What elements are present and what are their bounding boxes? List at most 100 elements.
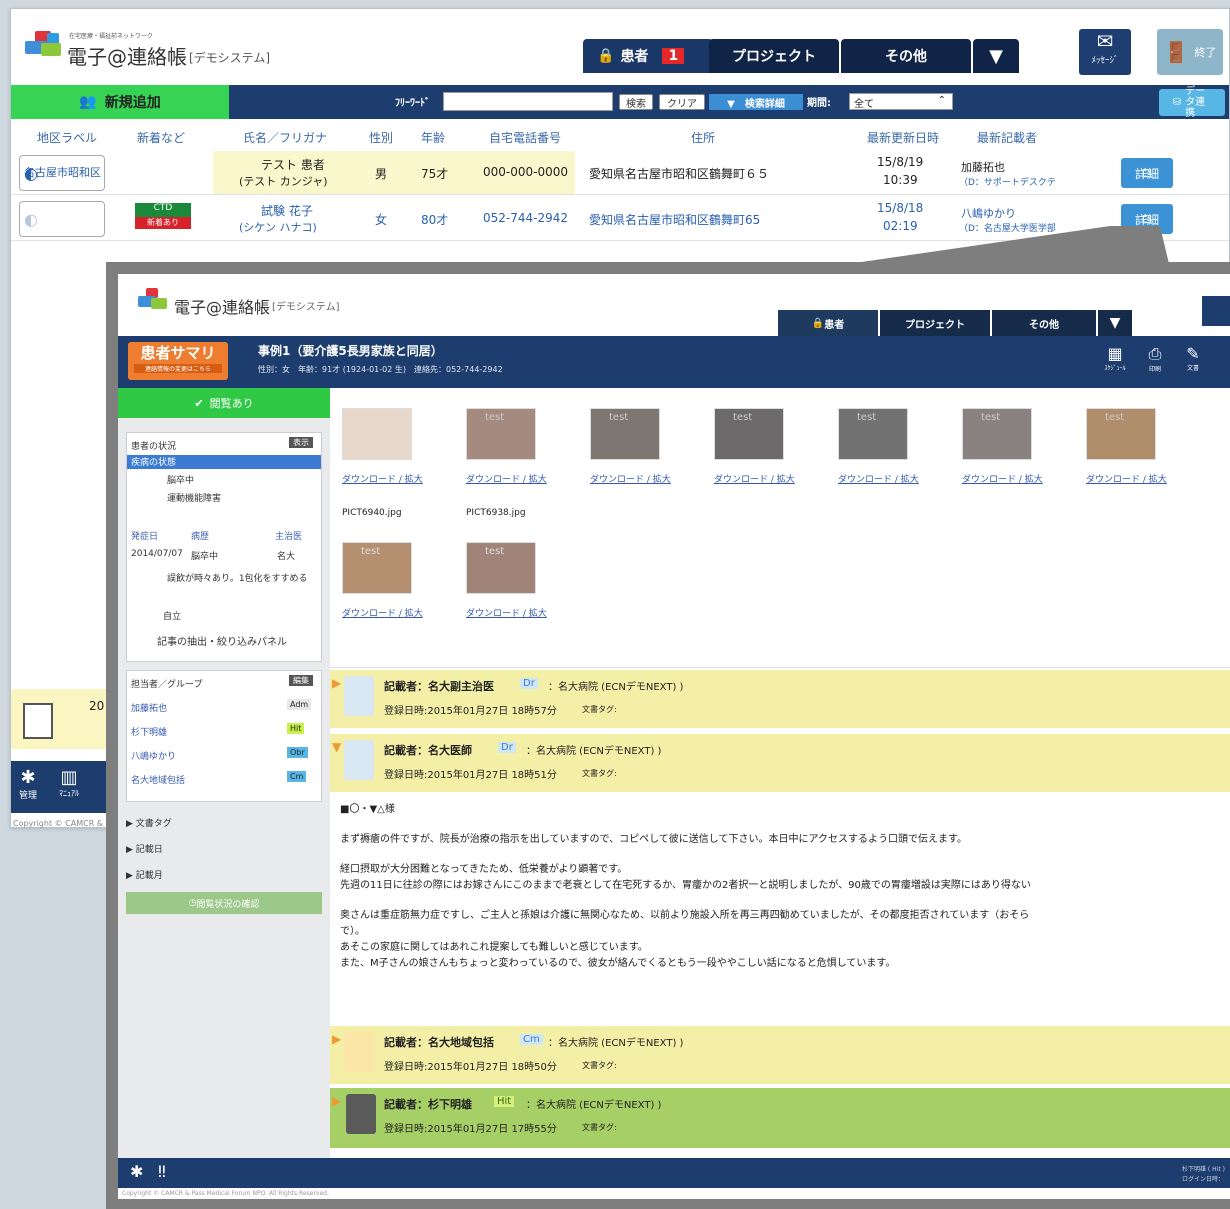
- patient-name[interactable]: 試験 花子: [261, 202, 313, 219]
- message-button[interactable]: [1202, 296, 1230, 326]
- photo-thumb[interactable]: test: [342, 542, 412, 594]
- detail-search-button[interactable]: ▼ 検索詳細: [709, 94, 803, 110]
- admin-button[interactable]: ✱ 管理: [19, 767, 37, 801]
- download-link[interactable]: ダウンロード / 拡大: [342, 472, 423, 485]
- search-button[interactable]: 検索: [619, 94, 653, 110]
- collapse-arrow-icon: ▶: [332, 1032, 342, 1046]
- printer-icon: ⎙: [1148, 344, 1162, 363]
- patient-summary-button[interactable]: 患者サマリ 連絡情報の変更はこちら: [128, 342, 228, 380]
- col-name: 氏名／フリガナ: [243, 131, 328, 145]
- download-link[interactable]: ダウンロード / 拡大: [466, 472, 547, 485]
- log-entry[interactable]: ▼ 記載者：名大医師 Dr ：名大病院 (ECNデモNEXT) ) 登録日時:2…: [330, 734, 1230, 792]
- message-button[interactable]: ✉ ﾒｯｾｰｼﾞ: [1079, 29, 1131, 75]
- freeword-input[interactable]: [443, 92, 613, 111]
- patient-age: 80才: [421, 213, 449, 227]
- gear-icon[interactable]: ✱: [130, 1162, 143, 1181]
- app-logo-icon: [138, 288, 168, 310]
- schedule-button[interactable]: ▦ ｽｹｼﾞｭｰﾙ: [1100, 344, 1130, 380]
- update-date: 15/8/18: [877, 201, 924, 215]
- download-link[interactable]: ダウンロード / 拡大: [962, 472, 1043, 485]
- log-entry[interactable]: ▶ 記載者：名大副主治医 Dr ：名大病院 (ECNデモNEXT) ) 登録日時…: [330, 670, 1230, 728]
- photo-thumb[interactable]: [342, 408, 412, 460]
- period-select[interactable]: 全て ⌃: [849, 93, 953, 110]
- table-header: 地区ラベル 新着など 氏名／フリガナ 性別 年齢 自宅電話番号 住所 最新更新日…: [11, 129, 1229, 149]
- edit-button[interactable]: 編集: [289, 675, 313, 686]
- col-age: 年齢: [421, 131, 446, 145]
- area-label: ◐: [19, 201, 105, 237]
- exit-button[interactable]: 🚪 終了: [1157, 29, 1223, 75]
- download-link[interactable]: ダウンロード / 拡大: [838, 472, 919, 485]
- patient-phone: 052-744-2942: [483, 211, 569, 225]
- download-link[interactable]: ダウンロード / 拡大: [714, 472, 795, 485]
- file-name: PICT6938.jpg: [466, 508, 526, 518]
- entry-body: ■〇・▼△様 まず褥瘡の件ですが、院長が治療の指示を出していますので、コピペして…: [340, 804, 1031, 969]
- download-link[interactable]: ダウンロード / 拡大: [466, 606, 547, 619]
- col-address: 住所: [691, 131, 716, 145]
- clear-button[interactable]: クリア: [659, 94, 705, 110]
- more-tabs-icon[interactable]: ▼: [973, 39, 1019, 73]
- photo-thumb[interactable]: test: [1086, 408, 1156, 460]
- link-tag[interactable]: ▶ 文書タグ: [126, 816, 172, 829]
- log-entry[interactable]: ▶ 記載者：杉下明雄 Hit ：名大病院 (ECNデモNEXT) ) 登録日時:…: [330, 1088, 1230, 1148]
- tab-patients[interactable]: 🔒 患者: [778, 310, 878, 336]
- case-info: 性別：女 年齢：91才 (1924-01-02 生) 連絡先：052-744-2…: [258, 365, 503, 374]
- new-patient-button[interactable]: 👥 新規追加: [11, 85, 229, 119]
- case-title: 事例1（要介護5長男家族と同居）: [258, 344, 443, 358]
- manual-button[interactable]: ▥ ﾏﾆｭｱﾙ: [59, 767, 79, 799]
- people-icon: 👥: [79, 94, 97, 110]
- download-link[interactable]: ダウンロード / 拡大: [590, 472, 671, 485]
- patient-detail-window: 電子@連絡帳 [デモシステム] 🔒 患者 プロジェクト その他 ▼ 患者サマリ …: [106, 262, 1230, 1209]
- clipboard-icon[interactable]: [23, 703, 53, 739]
- document-button[interactable]: ✎ 文書: [1178, 344, 1208, 380]
- link-month[interactable]: ▶ 記載月: [126, 868, 163, 881]
- writer-name: 加藤拓也: [961, 161, 1005, 174]
- member-link[interactable]: 杉下明雄: [131, 725, 167, 738]
- more-tabs-icon[interactable]: ▼: [1098, 310, 1132, 336]
- file-name: PICT6940.jpg: [342, 508, 402, 518]
- footer-login: ログイン日時：: [1182, 1176, 1225, 1183]
- freeword-label: ﾌﾘｰﾜｰﾄﾞ: [395, 98, 430, 109]
- period-label: 期間:: [807, 98, 831, 109]
- download-link[interactable]: ダウンロード / 拡大: [342, 606, 423, 619]
- photo-thumb[interactable]: test: [962, 408, 1032, 460]
- detail-button[interactable]: ⊡ 詳細: [1121, 158, 1173, 188]
- update-date: 15/8/19: [877, 155, 924, 169]
- avatar: [344, 740, 374, 780]
- link-date[interactable]: ▶ 記載日: [126, 842, 163, 855]
- member-link[interactable]: 加藤拓也: [131, 701, 167, 714]
- patient-badge: 1: [662, 48, 685, 64]
- database-icon: ⛁: [1172, 97, 1182, 108]
- photo-thumb[interactable]: test: [466, 542, 536, 594]
- member-link[interactable]: 名大地域包括: [131, 773, 185, 786]
- collapse-arrow-icon: ▶: [332, 676, 342, 690]
- left-sidebar: ✔ 閲覧あり 患者の状況 表示 疾病の状態 脳卒中 運動機能障害 発症日 病歴 主…: [118, 388, 330, 1158]
- case-header: 患者サマリ 連絡情報の変更はこちら 事例1（要介護5長男家族と同居） 性別：女 …: [118, 336, 1230, 388]
- print-button[interactable]: ⎙ 印刷: [1140, 344, 1170, 380]
- copyright: Copyright © CAMCR & T: [13, 819, 111, 828]
- writer-org: （D：サポートデスクテ: [959, 178, 1056, 188]
- help-icon[interactable]: ‼: [158, 1162, 166, 1181]
- photo-thumb[interactable]: test: [838, 408, 908, 460]
- show-button[interactable]: 表示: [289, 437, 313, 448]
- tab-project[interactable]: プロジェクト: [880, 310, 990, 336]
- photo-thumb[interactable]: test: [466, 408, 536, 460]
- tab-other[interactable]: その他: [841, 39, 971, 73]
- avatar: [346, 1094, 376, 1134]
- download-link[interactable]: ダウンロード / 拡大: [1086, 472, 1167, 485]
- door-icon: 🚪: [1163, 40, 1189, 64]
- col-phone: 自宅電話番号: [489, 131, 562, 145]
- tab-other[interactable]: その他: [992, 310, 1096, 336]
- check-status-button[interactable]: ◷ 閲覧状況の確認: [126, 892, 322, 914]
- data-link-button[interactable]: ⛁ データ連携: [1159, 86, 1225, 119]
- tab-patients[interactable]: 🔒 患者 1: [583, 39, 713, 73]
- filter-panel-title: 記事の抽出・絞り込みパネル: [157, 637, 287, 648]
- photo-thumb[interactable]: test: [714, 408, 784, 460]
- table-row[interactable]: ◐ 名古屋市昭和区 テスト 患者 (テスト カンジャ) 男 75才 000-00…: [11, 151, 1229, 195]
- collapse-arrow-icon: ▶: [332, 1094, 342, 1108]
- log-entry[interactable]: ▶ 記載者：名大地域包括 Cm ：名大病院 (ECNデモNEXT) ) 登録日時…: [330, 1026, 1230, 1084]
- tab-project[interactable]: プロジェクト: [709, 39, 839, 73]
- member-link[interactable]: 八嶋ゆかり: [131, 749, 176, 762]
- col-area: 地区ラベル: [37, 131, 98, 145]
- lock-icon: 🔒: [811, 317, 825, 329]
- photo-thumb[interactable]: test: [590, 408, 660, 460]
